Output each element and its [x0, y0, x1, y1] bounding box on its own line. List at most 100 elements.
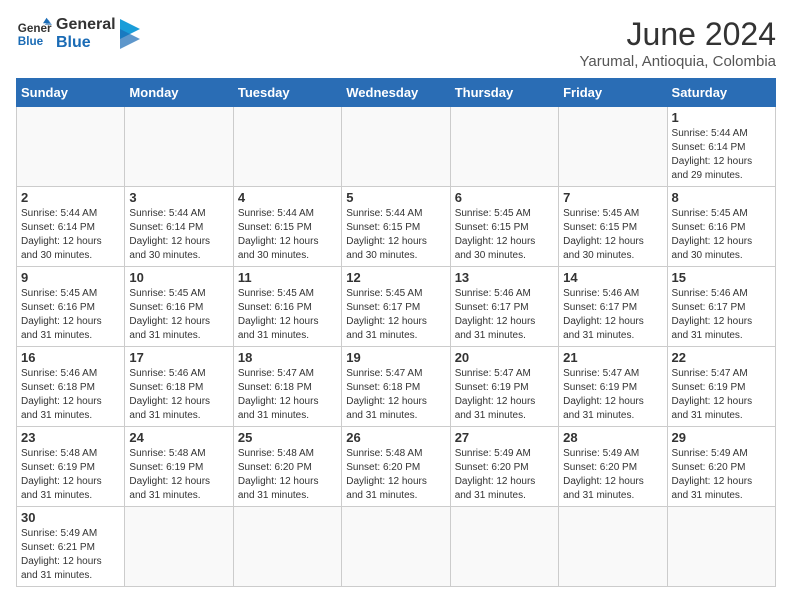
- day-info: Sunrise: 5:49 AM Sunset: 6:20 PM Dayligh…: [563, 447, 662, 503]
- calendar-cell: 28 Sunrise: 5:49 AM Sunset: 6:20 PM Dayli…: [559, 427, 667, 507]
- calendar-cell: 21 Sunrise: 5:47 AM Sunset: 6:19 PM Dayli…: [559, 347, 667, 427]
- calendar-week-5: 23 Sunrise: 5:48 AM Sunset: 6:19 PM Dayli…: [17, 427, 776, 507]
- logo-triangle: [120, 19, 140, 49]
- day-number: 16: [21, 350, 120, 365]
- calendar-cell: 24Sunrise: 5:48 AM Sunset: 6:19 PM Dayli…: [125, 427, 233, 507]
- calendar-cell: 29 Sunrise: 5:49 AM Sunset: 6:20 PM Dayli…: [667, 427, 775, 507]
- calendar-cell: [667, 507, 775, 587]
- weekday-header-thursday: Thursday: [450, 79, 558, 107]
- logo-blue: Blue: [56, 34, 116, 52]
- calendar-cell: [17, 107, 125, 187]
- day-number: 19: [346, 350, 445, 365]
- day-number: 7: [563, 190, 662, 205]
- day-info: Sunrise: 5:45 AM Sunset: 6:16 PM Dayligh…: [672, 207, 771, 263]
- page-header: General Blue General Blue June 2024 Yaru…: [16, 16, 776, 70]
- calendar-cell: 15Sunrise: 5:46 AM Sunset: 6:17 PM Dayli…: [667, 267, 775, 347]
- day-info: Sunrise: 5:44 AM Sunset: 6:14 PM Dayligh…: [672, 127, 771, 183]
- day-info: Sunrise: 5:48 AM Sunset: 6:19 PM Dayligh…: [21, 447, 120, 503]
- day-info: Sunrise: 5:44 AM Sunset: 6:15 PM Dayligh…: [238, 207, 337, 263]
- day-info: Sunrise: 5:45 AM Sunset: 6:16 PM Dayligh…: [21, 287, 120, 343]
- day-number: 5: [346, 190, 445, 205]
- day-info: Sunrise: 5:47 AM Sunset: 6:18 PM Dayligh…: [346, 367, 445, 423]
- day-number: 10: [129, 270, 228, 285]
- calendar-cell: 2Sunrise: 5:44 AM Sunset: 6:14 PM Daylig…: [17, 187, 125, 267]
- calendar-cell: 25Sunrise: 5:48 AM Sunset: 6:20 PM Dayli…: [233, 427, 341, 507]
- day-info: Sunrise: 5:45 AM Sunset: 6:16 PM Dayligh…: [238, 287, 337, 343]
- calendar-cell: 12Sunrise: 5:45 AM Sunset: 6:17 PM Dayli…: [342, 267, 450, 347]
- calendar-cell: 6 Sunrise: 5:45 AM Sunset: 6:15 PM Daylig…: [450, 187, 558, 267]
- calendar-cell: [233, 107, 341, 187]
- day-info: Sunrise: 5:49 AM Sunset: 6:20 PM Dayligh…: [672, 447, 771, 503]
- day-number: 22: [672, 350, 771, 365]
- day-number: 23: [21, 430, 120, 445]
- calendar-title: June 2024: [580, 16, 777, 53]
- calendar-cell: [342, 107, 450, 187]
- weekday-header-friday: Friday: [559, 79, 667, 107]
- calendar-cell: 7Sunrise: 5:45 AM Sunset: 6:15 PM Daylig…: [559, 187, 667, 267]
- day-number: 21: [563, 350, 662, 365]
- calendar-cell: 22 Sunrise: 5:47 AM Sunset: 6:19 PM Dayli…: [667, 347, 775, 427]
- calendar-cell: 18 Sunrise: 5:47 AM Sunset: 6:18 PM Dayli…: [233, 347, 341, 427]
- day-info: Sunrise: 5:49 AM Sunset: 6:20 PM Dayligh…: [455, 447, 554, 503]
- calendar-cell: [559, 107, 667, 187]
- day-info: Sunrise: 5:45 AM Sunset: 6:16 PM Dayligh…: [129, 287, 228, 343]
- day-number: 24: [129, 430, 228, 445]
- calendar-cell: 14 Sunrise: 5:46 AM Sunset: 6:17 PM Dayli…: [559, 267, 667, 347]
- calendar-week-3: 9 Sunrise: 5:45 AM Sunset: 6:16 PM Daylig…: [17, 267, 776, 347]
- day-number: 3: [129, 190, 228, 205]
- calendar-cell: 30 Sunrise: 5:49 AM Sunset: 6:21 PM Dayli…: [17, 507, 125, 587]
- day-number: 6: [455, 190, 554, 205]
- day-info: Sunrise: 5:46 AM Sunset: 6:17 PM Dayligh…: [563, 287, 662, 343]
- day-number: 28: [563, 430, 662, 445]
- day-number: 8: [672, 190, 771, 205]
- day-number: 1: [672, 110, 771, 125]
- calendar-cell: [125, 107, 233, 187]
- calendar-cell: 20Sunrise: 5:47 AM Sunset: 6:19 PM Dayli…: [450, 347, 558, 427]
- day-number: 4: [238, 190, 337, 205]
- weekday-header-wednesday: Wednesday: [342, 79, 450, 107]
- calendar-cell: [559, 507, 667, 587]
- day-info: Sunrise: 5:45 AM Sunset: 6:15 PM Dayligh…: [455, 207, 554, 263]
- day-number: 26: [346, 430, 445, 445]
- calendar-body: 1 Sunrise: 5:44 AM Sunset: 6:14 PM Daylig…: [17, 107, 776, 587]
- day-number: 18: [238, 350, 337, 365]
- day-info: Sunrise: 5:44 AM Sunset: 6:14 PM Dayligh…: [129, 207, 228, 263]
- day-info: Sunrise: 5:48 AM Sunset: 6:20 PM Dayligh…: [238, 447, 337, 503]
- day-info: Sunrise: 5:47 AM Sunset: 6:18 PM Dayligh…: [238, 367, 337, 423]
- calendar-cell: [233, 507, 341, 587]
- day-info: Sunrise: 5:47 AM Sunset: 6:19 PM Dayligh…: [672, 367, 771, 423]
- calendar-week-2: 2Sunrise: 5:44 AM Sunset: 6:14 PM Daylig…: [17, 187, 776, 267]
- day-number: 20: [455, 350, 554, 365]
- day-number: 30: [21, 510, 120, 525]
- calendar-header: SundayMondayTuesdayWednesdayThursdayFrid…: [17, 79, 776, 107]
- day-info: Sunrise: 5:47 AM Sunset: 6:19 PM Dayligh…: [563, 367, 662, 423]
- calendar-cell: [450, 107, 558, 187]
- day-info: Sunrise: 5:46 AM Sunset: 6:17 PM Dayligh…: [455, 287, 554, 343]
- calendar-cell: [342, 507, 450, 587]
- day-number: 9: [21, 270, 120, 285]
- calendar-cell: 13 Sunrise: 5:46 AM Sunset: 6:17 PM Dayli…: [450, 267, 558, 347]
- calendar-cell: 10 Sunrise: 5:45 AM Sunset: 6:16 PM Dayli…: [125, 267, 233, 347]
- weekday-header-monday: Monday: [125, 79, 233, 107]
- calendar-cell: 19 Sunrise: 5:47 AM Sunset: 6:18 PM Dayli…: [342, 347, 450, 427]
- day-number: 12: [346, 270, 445, 285]
- day-info: Sunrise: 5:46 AM Sunset: 6:18 PM Dayligh…: [129, 367, 228, 423]
- calendar-table: SundayMondayTuesdayWednesdayThursdayFrid…: [16, 78, 776, 587]
- calendar-cell: 16Sunrise: 5:46 AM Sunset: 6:18 PM Dayli…: [17, 347, 125, 427]
- weekday-header-tuesday: Tuesday: [233, 79, 341, 107]
- calendar-week-4: 16 Sunrise: 5:46 AM Sunset: 6:18 PM Dayli…: [17, 347, 776, 427]
- calendar-cell: 23 Sunrise: 5:48 AM Sunset: 6:19 PM Dayli…: [17, 427, 125, 507]
- calendar-cell: [125, 507, 233, 587]
- calendar-cell: 5Sunrise: 5:44 AM Sunset: 6:15 PM Daylig…: [342, 187, 450, 267]
- logo-general: General: [56, 16, 116, 34]
- day-info: Sunrise: 5:46 AM Sunset: 6:17 PM Dayligh…: [672, 287, 771, 343]
- title-block: June 2024 Yarumal, Antioquia, Colombia: [580, 16, 777, 70]
- calendar-cell: 17Sunrise: 5:46 AM Sunset: 6:18 PM Dayli…: [125, 347, 233, 427]
- day-number: 27: [455, 430, 554, 445]
- day-info: Sunrise: 5:44 AM Sunset: 6:14 PM Dayligh…: [21, 207, 120, 263]
- day-info: Sunrise: 5:49 AM Sunset: 6:21 PM Dayligh…: [21, 527, 120, 583]
- day-number: 13: [455, 270, 554, 285]
- day-info: Sunrise: 5:48 AM Sunset: 6:20 PM Dayligh…: [346, 447, 445, 503]
- day-number: 29: [672, 430, 771, 445]
- day-number: 14: [563, 270, 662, 285]
